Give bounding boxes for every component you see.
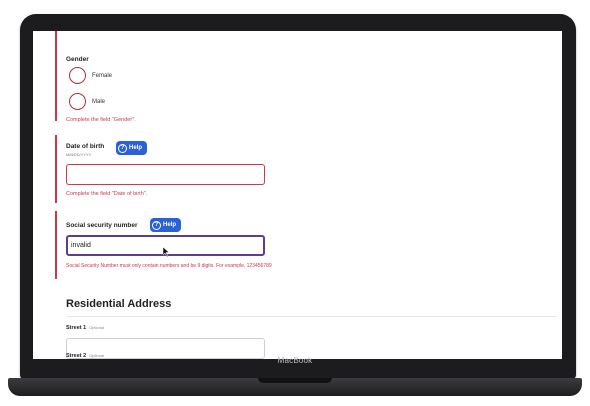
dob-help-button[interactable]: ? Help bbox=[116, 141, 148, 155]
screen: Gender Female Male Complete the field "G… bbox=[33, 31, 562, 359]
ssn-error: Social Security Number must only contain… bbox=[66, 263, 272, 269]
laptop-base bbox=[8, 378, 582, 396]
ssn-label: Social security number bbox=[66, 222, 138, 229]
street1-label-text: Street 1 bbox=[66, 325, 87, 331]
street1-label: Street 1 Optional bbox=[66, 325, 104, 331]
radio-male[interactable] bbox=[69, 93, 86, 110]
radio-male-label: Male bbox=[92, 99, 106, 105]
mouse-pointer-icon bbox=[163, 247, 170, 257]
gender-error: Complete the field "Gender". bbox=[66, 117, 136, 123]
gender-label: Gender bbox=[66, 56, 89, 63]
device-brand: MacBook bbox=[277, 356, 313, 365]
dob-input[interactable] bbox=[66, 164, 265, 185]
ssn-help-label: Help bbox=[163, 222, 177, 228]
gender-error-bar bbox=[55, 31, 57, 121]
street1-optional: Optional bbox=[89, 325, 105, 330]
ssn-help-button[interactable]: ? Help bbox=[150, 218, 182, 232]
laptop: Gender Female Male Complete the field "G… bbox=[0, 0, 590, 406]
section-title-address: Residential Address bbox=[66, 298, 172, 310]
ssn-error-bar bbox=[55, 211, 57, 279]
dob-error-bar bbox=[55, 135, 57, 203]
question-icon: ? bbox=[152, 220, 161, 230]
section-divider bbox=[66, 316, 556, 317]
radio-female-label: Female bbox=[92, 73, 113, 79]
question-icon: ? bbox=[118, 143, 127, 153]
dob-help-label: Help bbox=[129, 145, 143, 151]
dob-error: Complete the field "Date of birth". bbox=[66, 191, 148, 197]
laptop-lid: Gender Female Male Complete the field "G… bbox=[20, 14, 576, 379]
radio-female[interactable] bbox=[69, 67, 86, 84]
dob-hint: MM/DD/YYYY bbox=[66, 152, 92, 157]
dob-label: Date of birth bbox=[66, 143, 105, 150]
laptop-notch bbox=[258, 378, 332, 383]
